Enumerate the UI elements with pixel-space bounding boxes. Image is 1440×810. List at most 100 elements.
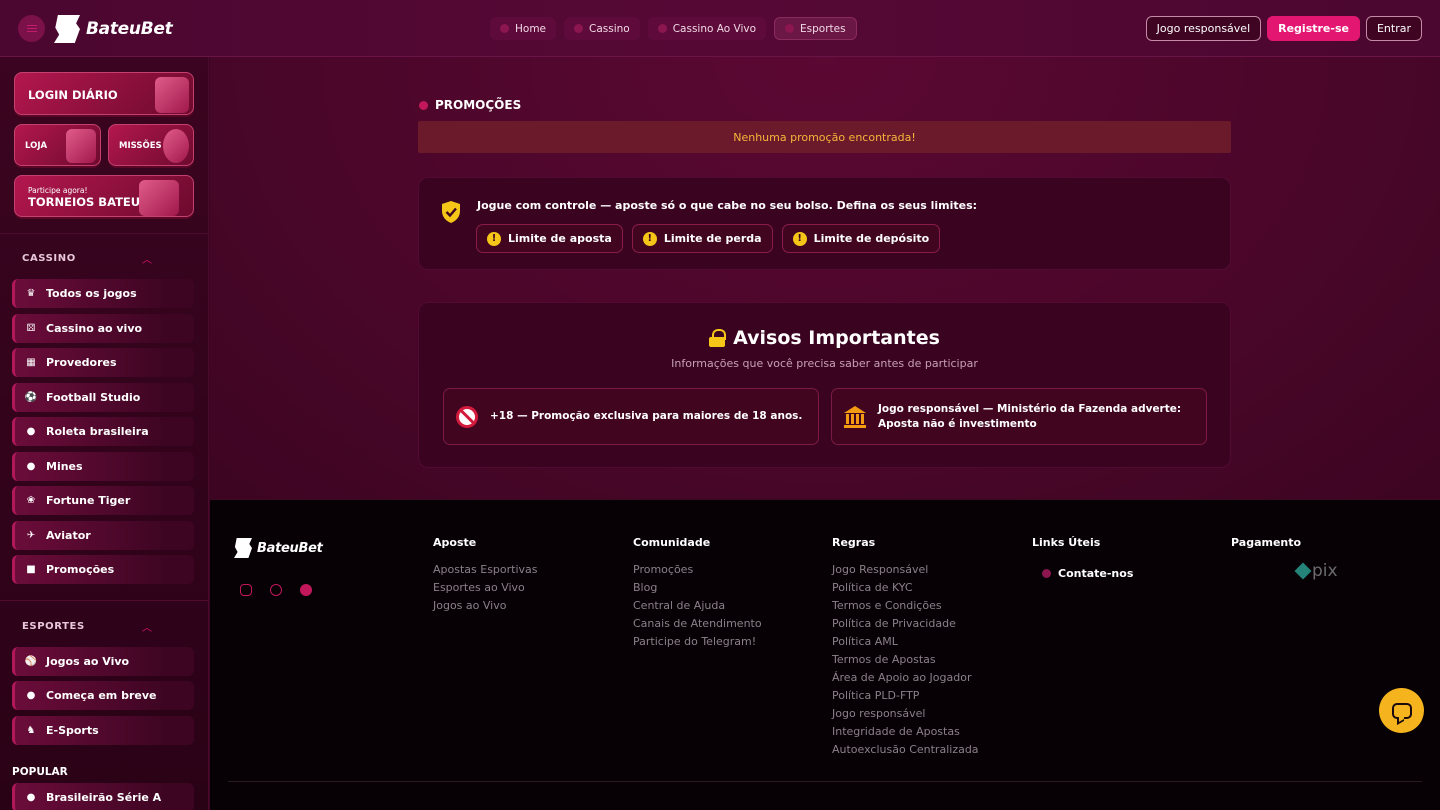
sidebar-item-brasileirao[interactable]: ● Brasileirão Série A — [12, 783, 194, 810]
lock-icon — [709, 329, 727, 347]
sidebar-item-cassino-ao-vivo[interactable]: ⚄ Cassino ao vivo — [12, 314, 194, 343]
sidebar-item-label: Promoções — [46, 563, 115, 576]
page-title-label: PROMOÇÕES — [435, 98, 522, 112]
notices-subtitle: Informações que você precisa saber antes… — [671, 357, 978, 370]
sidebar-item-e-sports[interactable]: ♞ E-Sports — [12, 716, 194, 745]
grid-icon: ▦ — [26, 357, 36, 368]
sidebar-item-promocoes[interactable]: ■ Promoções — [12, 555, 194, 584]
footer-link[interactable]: Termos de Apostas — [832, 651, 979, 669]
empty-state-banner: Nenhuma promoção encontrada! — [418, 121, 1231, 153]
support-chat-button[interactable] — [1379, 688, 1424, 733]
footer-link[interactable]: Política PLD-FTP — [832, 687, 979, 705]
footer-link[interactable]: Canais de Atendimento — [633, 615, 762, 633]
sidebar-item-aviator[interactable]: ✈ Aviator — [12, 521, 194, 550]
footer-link[interactable]: Esportes ao Vivo — [433, 579, 538, 597]
sports-section-title: ESPORTES — [22, 621, 85, 632]
footer-link[interactable]: Apostas Esportivas — [433, 561, 538, 579]
footer-logo[interactable]: BateuBet — [234, 538, 323, 558]
footer-link[interactable]: Política AML — [832, 633, 979, 651]
tournaments-label: TORNEIOS BATEU — [28, 195, 141, 209]
footer-link[interactable]: Jogo Responsável — [832, 561, 979, 579]
deposit-limit-button[interactable]: ! Limite de depósito — [781, 224, 941, 253]
sidebar-item-fortune-tiger[interactable]: ❀ Fortune Tiger — [12, 486, 194, 515]
telegram-icon[interactable] — [300, 584, 312, 596]
shield-check-icon — [442, 201, 460, 223]
brazil-flag-icon: ● — [26, 792, 36, 803]
footer-link[interactable]: Blog — [633, 579, 762, 597]
sidebar-item-football-studio[interactable]: ⚽ Football Studio — [12, 383, 194, 412]
tournaments-card[interactable]: Participe agora! TORNEIOS BATEU — [14, 175, 194, 217]
footer-link[interactable]: Promoções — [633, 561, 762, 579]
loss-limit-button[interactable]: ! Limite de perda — [631, 224, 773, 253]
footer-link[interactable]: Autoexclusão Centralizada — [832, 741, 979, 759]
sidebar-item-mines[interactable]: ● Mines — [12, 452, 194, 481]
responsible-gaming-button[interactable]: Jogo responsável — [1145, 16, 1262, 41]
page-title: PROMOÇÕES — [419, 98, 521, 112]
daily-login-card[interactable]: LOGIN DIÁRIO — [14, 72, 194, 115]
divider — [0, 600, 209, 601]
responsible-limits-card: Jogue com controle — aposte só o que cab… — [418, 177, 1231, 270]
footer-link[interactable]: Política de KYC — [832, 579, 979, 597]
slot-machine-icon — [155, 77, 189, 113]
target-icon — [163, 129, 189, 163]
footer-link[interactable]: Participe do Telegram! — [633, 633, 762, 651]
contact-label: Contate-nos — [1058, 567, 1134, 580]
sidebar-item-todos-os-jogos[interactable]: ♛ Todos os jogos — [12, 279, 194, 308]
warning-icon: ! — [487, 231, 501, 246]
whatsapp-icon[interactable] — [270, 584, 282, 596]
instagram-icon[interactable] — [240, 584, 252, 596]
no-minors-icon — [456, 405, 478, 428]
paw-icon: ❀ — [26, 495, 36, 506]
sidebar-item-comeca-em-breve[interactable]: ● Começa em breve — [12, 681, 194, 710]
register-button[interactable]: Registre-se — [1267, 16, 1360, 41]
nav-home[interactable]: Home — [490, 17, 557, 40]
footer-col-title: Aposte — [433, 536, 477, 549]
brand-logo[interactable]: BateuBet — [54, 14, 173, 44]
nav-home-label: Home — [515, 22, 547, 35]
cards-icon — [574, 24, 584, 33]
chevron-up-icon[interactable]: ︿ — [142, 251, 152, 266]
gamepad-icon: ♞ — [26, 725, 36, 736]
sidebar-item-label: Jogos ao Vivo — [46, 655, 130, 668]
daily-login-label: LOGIN DIÁRIO — [28, 88, 118, 102]
bet-limit-button[interactable]: ! Limite de aposta — [476, 224, 623, 253]
ministry-notice-line2: Aposta não é investimento — [878, 417, 1037, 430]
sidebar-item-roleta-brasileira[interactable]: ● Roleta brasileira — [12, 417, 194, 446]
footer-link[interactable]: Central de Ajuda — [633, 597, 762, 615]
footer-link[interactable]: Jogo responsável — [832, 705, 979, 723]
sidebar-item-provedores[interactable]: ▦ Provedores — [12, 348, 194, 377]
chevron-up-icon[interactable]: ︿ — [142, 619, 152, 634]
missions-card[interactable]: MISSÕES — [108, 124, 194, 166]
sidebar-item-jogos-ao-vivo[interactable]: ⚾ Jogos ao Vivo — [12, 647, 194, 676]
footer-link[interactable]: Integridade de Apostas — [832, 723, 979, 741]
footer-col-title: Pagamento — [1231, 536, 1302, 549]
chat-bubble-icon — [1391, 702, 1412, 719]
nav-esportes[interactable]: Esportes — [774, 17, 857, 40]
footer-link[interactable]: Jogos ao Vivo — [433, 597, 538, 615]
plane-icon: ✈ — [26, 530, 36, 541]
main-content: PROMOÇÕES Nenhuma promoção encontrada! J… — [210, 57, 1440, 499]
nav-cassino-label: Cassino — [589, 22, 630, 35]
trophy-icon — [139, 180, 179, 216]
warning-icon: ! — [792, 231, 807, 246]
shop-card[interactable]: LOJA — [14, 124, 101, 166]
nav-cassino-ao-vivo[interactable]: Cassino Ao Vivo — [647, 17, 767, 40]
footer-link[interactable]: Área de Apoio ao Jogador — [832, 669, 979, 687]
nav-cassino[interactable]: Cassino — [564, 17, 640, 40]
sidebar: LOGIN DIÁRIO LOJA MISSÕES Participe agor… — [0, 57, 209, 810]
ministry-notice-line1: Jogo responsável — Ministério da Fazenda… — [878, 402, 1182, 415]
sidebar-item-label: Football Studio — [46, 391, 141, 404]
contact-link[interactable]: Contate-nos — [1042, 567, 1133, 580]
tournaments-sub-label: Participe agora! — [28, 186, 88, 195]
footer-link[interactable]: Política de Privacidade — [832, 615, 979, 633]
menu-toggle-button[interactable] — [18, 15, 45, 42]
footer-col-title: Comunidade — [633, 536, 711, 549]
nav-cassino-ao-vivo-label: Cassino Ao Vivo — [672, 22, 757, 35]
login-button[interactable]: Entrar — [1365, 16, 1422, 41]
chat-icon — [1042, 569, 1051, 578]
ministry-notice: Jogo responsável — Ministério da Fazenda… — [831, 388, 1207, 445]
sidebar-item-label: Fortune Tiger — [46, 494, 131, 507]
age-notice: +18 — Promoção exclusiva para maiores de… — [443, 388, 819, 445]
shopping-bag-icon — [66, 129, 96, 163]
footer-link[interactable]: Termos e Condições — [832, 597, 979, 615]
